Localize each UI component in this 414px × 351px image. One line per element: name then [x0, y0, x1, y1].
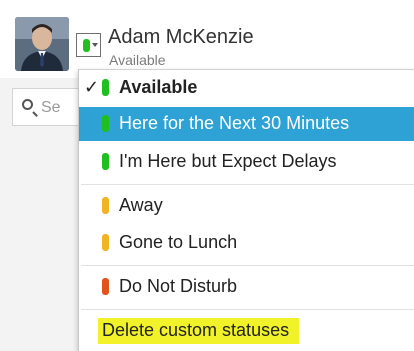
menu-item-next-30-minutes[interactable]: Here for the Next 30 Minutes	[79, 107, 414, 141]
status-dropdown-button[interactable]	[76, 33, 101, 57]
menu-item-label: Available	[119, 77, 198, 97]
user-name: Adam McKenzie	[108, 26, 254, 48]
avatar-photo	[15, 17, 69, 71]
menu-separator	[81, 309, 414, 310]
menu-item-do-not-disturb[interactable]: Do Not Disturb	[79, 270, 414, 304]
away-status-icon	[102, 234, 109, 251]
available-status-icon	[102, 115, 109, 132]
menu-item-label: Do Not Disturb	[119, 276, 238, 296]
menu-item-label: Gone to Lunch	[119, 232, 238, 252]
menu-item-label: I'm Here but Expect Delays	[119, 151, 337, 171]
search-placeholder: Se	[41, 99, 61, 116]
away-status-icon	[102, 197, 109, 214]
search-icon	[22, 99, 33, 110]
menu-item-label: Away	[119, 195, 163, 215]
menu-item-gone-to-lunch[interactable]: Gone to Lunch	[79, 226, 414, 260]
delete-custom-statuses-item[interactable]: Delete custom statuses	[98, 318, 300, 344]
menu-item-available[interactable]: ✓ Available	[79, 71, 414, 105]
menu-separator	[81, 265, 414, 266]
menu-item-away[interactable]: Away	[79, 189, 414, 223]
checkmark-icon: ✓	[84, 77, 100, 97]
menu-item-expect-delays[interactable]: I'm Here but Expect Delays	[79, 145, 414, 179]
menu-item-label: Here for the Next 30 Minutes	[119, 113, 350, 133]
avatar[interactable]	[15, 17, 69, 71]
user-status-text: Available	[109, 52, 166, 68]
menu-separator	[81, 184, 414, 185]
available-status-icon	[102, 79, 109, 96]
profile-header: Adam McKenzie Available	[0, 0, 414, 78]
status-menu: ✓ Available Here for the Next 30 Minutes…	[78, 69, 414, 351]
available-status-icon	[102, 153, 109, 170]
chevron-down-icon	[92, 43, 98, 47]
available-status-icon	[83, 39, 90, 52]
do-not-disturb-status-icon	[102, 278, 109, 295]
